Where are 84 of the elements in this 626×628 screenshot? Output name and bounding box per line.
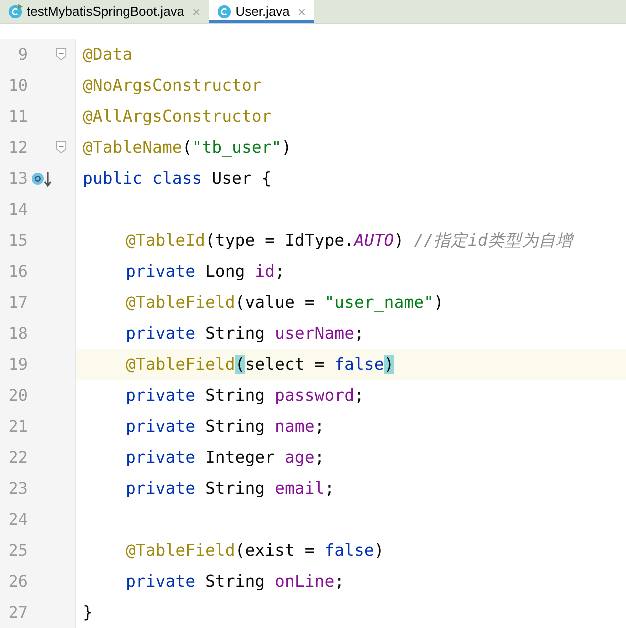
matched-bracket: ( bbox=[235, 355, 246, 374]
code-text: (type = IdType. bbox=[205, 231, 354, 250]
code-text: String bbox=[205, 479, 266, 498]
tab-label: testMybatisSpringBoot.java bbox=[27, 4, 185, 19]
code-text: ; bbox=[314, 417, 325, 436]
line-number: 23 bbox=[8, 479, 28, 498]
annotation: @TableName bbox=[83, 138, 182, 157]
line-number: 20 bbox=[8, 386, 28, 405]
fold-icon[interactable] bbox=[56, 48, 67, 61]
code-text: String bbox=[205, 572, 266, 591]
annotation: @TableField bbox=[126, 355, 236, 374]
keyword: false bbox=[324, 541, 374, 560]
code-text: ; bbox=[324, 479, 335, 498]
line-number: 18 bbox=[8, 324, 28, 343]
field-name: onLine bbox=[275, 572, 335, 591]
annotation: @Data bbox=[83, 45, 133, 64]
implementation-marker-icon[interactable] bbox=[31, 170, 53, 188]
line-number: 26 bbox=[8, 572, 28, 591]
code-text: ; bbox=[314, 448, 325, 467]
fold-icon[interactable] bbox=[56, 141, 67, 154]
line-number: 16 bbox=[8, 262, 28, 281]
line-number: 27 bbox=[8, 603, 28, 622]
code-text: ( bbox=[182, 138, 192, 157]
code-text: (value = bbox=[235, 293, 316, 312]
code-text: ) bbox=[434, 293, 444, 312]
code-text: (exist = bbox=[235, 541, 316, 560]
code-text: ; bbox=[354, 324, 364, 343]
annotation: @TableField bbox=[126, 293, 236, 312]
class-icon bbox=[216, 4, 232, 19]
field-name: userName bbox=[275, 324, 355, 343]
code-text: String bbox=[205, 324, 266, 343]
keyword: private bbox=[126, 417, 197, 436]
keyword: private bbox=[126, 386, 197, 405]
line-number: 14 bbox=[8, 200, 28, 219]
editor-tab[interactable]: testMybatisSpringBoot.java × bbox=[0, 0, 209, 23]
field-name: name bbox=[275, 417, 315, 436]
field-name: password bbox=[275, 386, 355, 405]
code-text: Long bbox=[205, 262, 246, 281]
line-number: 11 bbox=[8, 107, 28, 126]
string-literal: "user_name" bbox=[324, 293, 434, 312]
code-text: select = bbox=[245, 355, 326, 374]
code-text: Integer bbox=[205, 448, 276, 467]
annotation: @AllArgsConstructor bbox=[83, 107, 272, 126]
tab-label: User.java bbox=[236, 4, 290, 19]
class-icon bbox=[8, 4, 23, 19]
code-text: } bbox=[83, 603, 93, 622]
line-number: 17 bbox=[8, 293, 28, 312]
keyword: private bbox=[126, 324, 197, 343]
code-text: ; bbox=[354, 386, 364, 405]
keyword: private bbox=[126, 448, 197, 467]
line-number: 21 bbox=[8, 417, 28, 436]
code-text: ) bbox=[394, 231, 406, 250]
keyword: private bbox=[126, 572, 197, 591]
code-text: ; bbox=[334, 572, 345, 591]
keyword: private bbox=[126, 479, 197, 498]
line-number: 9 bbox=[17, 45, 28, 64]
line-number: 24 bbox=[8, 510, 28, 529]
keyword: private bbox=[126, 262, 197, 281]
line-number: 25 bbox=[8, 541, 28, 560]
line-number: 15 bbox=[8, 231, 28, 250]
string-literal: "tb_user" bbox=[192, 138, 282, 157]
code-text: String bbox=[205, 417, 266, 436]
matched-bracket: ) bbox=[384, 355, 394, 374]
code-text: ) bbox=[374, 541, 384, 560]
constant-name: AUTO bbox=[354, 231, 394, 250]
editor-tab[interactable]: User.java × bbox=[208, 0, 314, 23]
keyword: false bbox=[334, 355, 384, 374]
field-name: email bbox=[275, 479, 325, 498]
line-number: 13 bbox=[8, 169, 28, 188]
field-name: age bbox=[284, 448, 315, 467]
code-comment: //指定id类型为自增 bbox=[414, 230, 573, 252]
code-text: ; bbox=[275, 262, 285, 281]
keyword: public class bbox=[83, 169, 204, 188]
line-number: 19 bbox=[8, 355, 28, 374]
line-number: 22 bbox=[8, 448, 28, 467]
code-text: ) bbox=[282, 138, 292, 157]
annotation: @TableId bbox=[126, 231, 206, 250]
annotation: @TableField bbox=[126, 541, 236, 560]
line-number: 10 bbox=[8, 76, 28, 95]
annotation: @NoArgsConstructor bbox=[83, 76, 262, 95]
code-text: User { bbox=[212, 169, 272, 188]
field-name: id bbox=[255, 262, 276, 281]
line-number: 12 bbox=[8, 138, 28, 157]
code-text: String bbox=[205, 386, 266, 405]
